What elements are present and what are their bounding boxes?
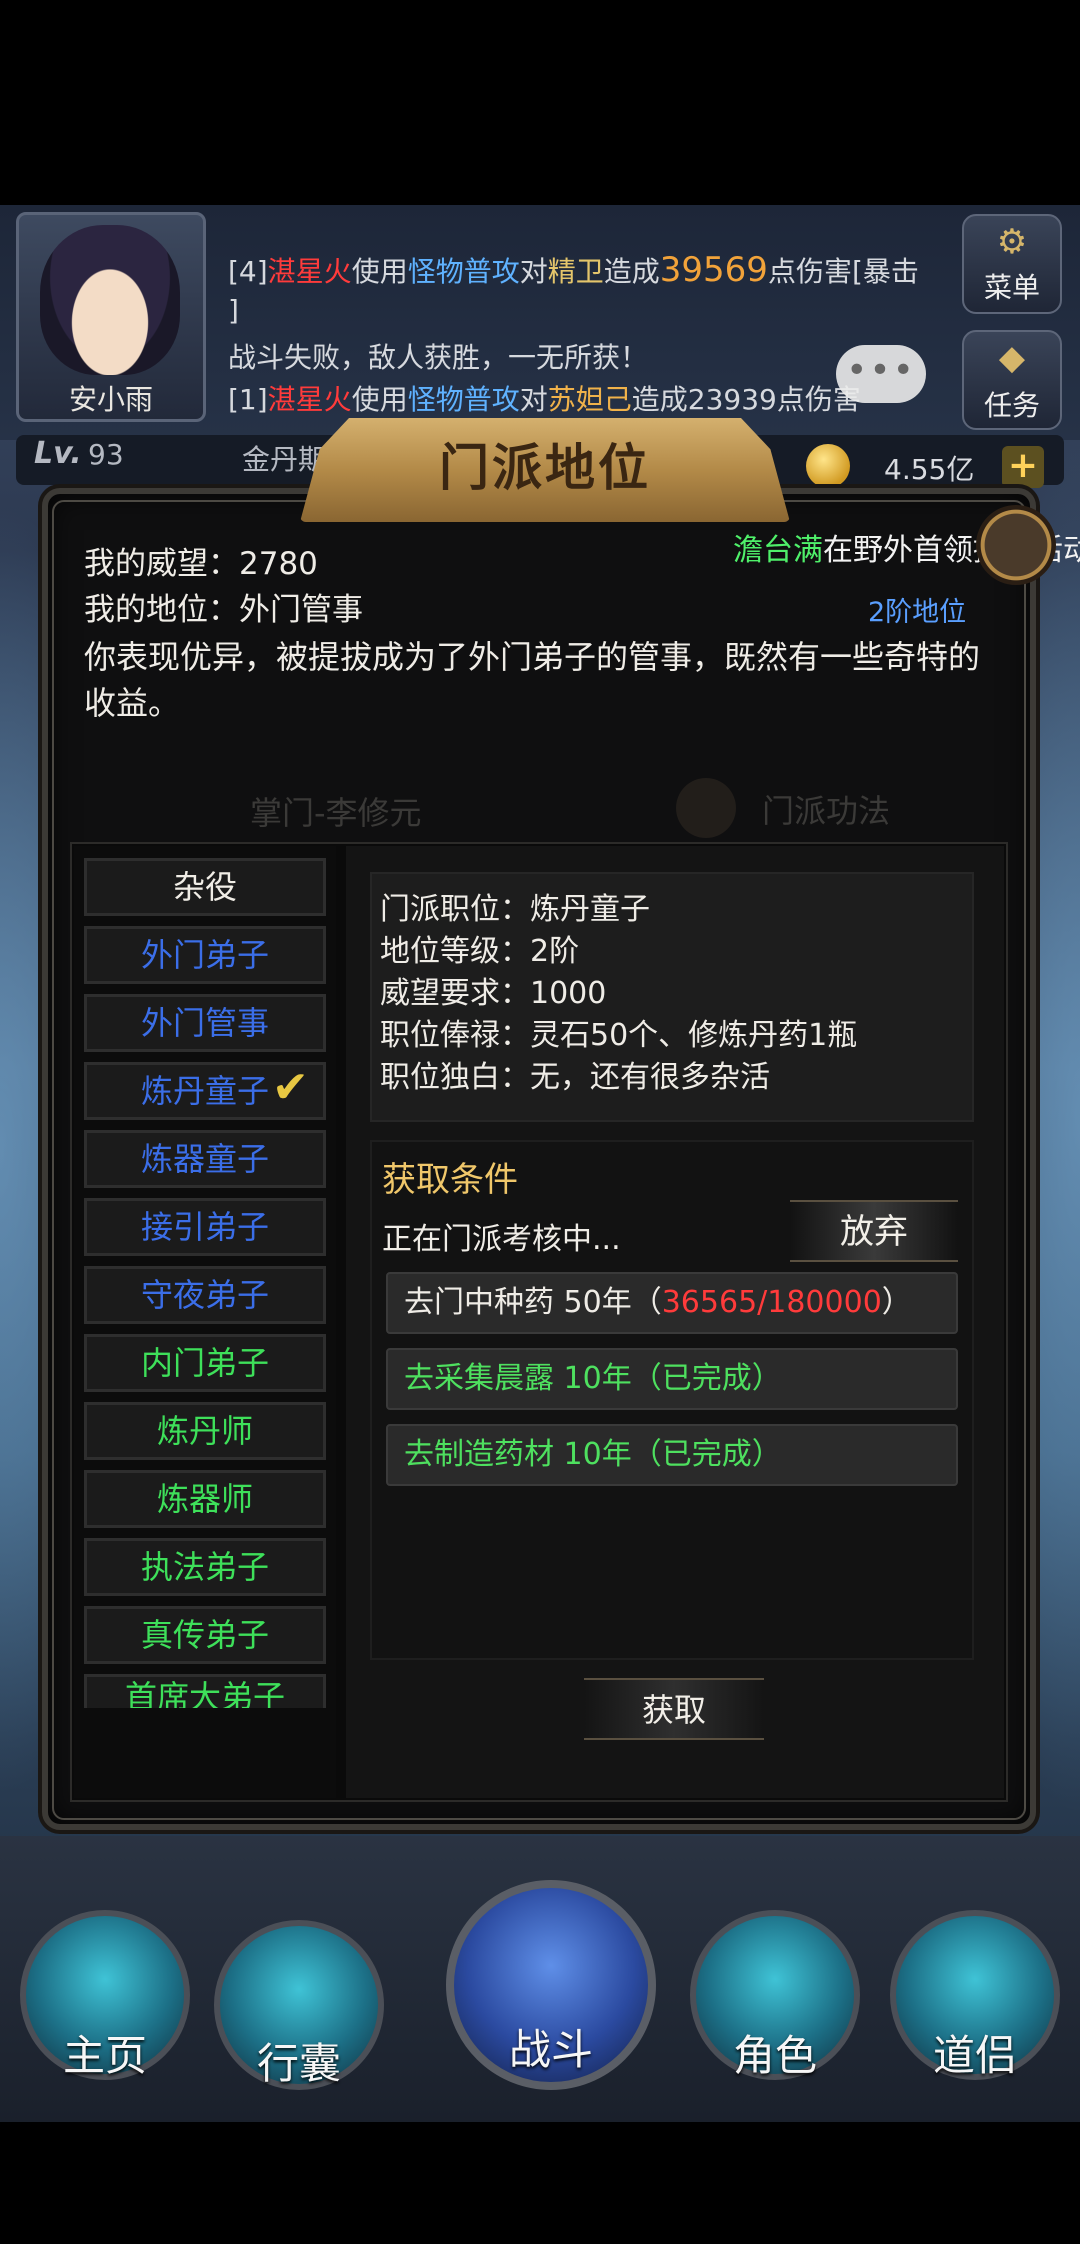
- diamond-icon: ◆: [998, 338, 1026, 378]
- coin-amount: 4.55亿: [884, 453, 975, 486]
- rank-item[interactable]: 炼丹师: [84, 1402, 326, 1460]
- task-button-label: 任务: [983, 389, 1040, 422]
- top-black-band: [0, 0, 1080, 205]
- my-position: 我的地位：外门管事: [84, 592, 363, 628]
- add-coins-button[interactable]: +: [1002, 446, 1044, 488]
- nav-role-label: 角色: [732, 2031, 817, 2080]
- chat-dots-icon: •••: [846, 350, 916, 391]
- position-description: 你表现优异，被提拔成为了外门弟子的管事，既然有一些奇特的收益。: [84, 638, 981, 722]
- rank-item[interactable]: 杂役: [84, 858, 326, 916]
- detail-monologue: 职位独白：无，还有很多杂活: [380, 1060, 770, 1095]
- menu-button-label: 菜单: [983, 271, 1040, 304]
- detail-post: 门派职位：炼丹童子: [380, 892, 650, 927]
- player-name: 安小雨: [68, 383, 153, 416]
- battle-log-line-1: [4]湛星火使用怪物普攻对精卫造成39569点伤害[暴击: [228, 250, 919, 290]
- detail-requirement: 威望要求：1000: [380, 976, 607, 1011]
- avatar-portrait: [40, 225, 180, 375]
- battle-log-line-2: 战斗失败，敌人获胜，一无所获！: [228, 341, 649, 374]
- rank-item[interactable]: 外门管事: [84, 994, 326, 1052]
- rank-item[interactable]: 真传弟子: [84, 1606, 326, 1664]
- rank-tag: 2阶地位: [868, 597, 967, 628]
- faded-skill-icon: [676, 778, 736, 838]
- coin-icon: [806, 444, 850, 488]
- nav-companion-label: 道侣: [932, 2031, 1017, 2080]
- checkmark-icon: ✔: [272, 1062, 309, 1113]
- detail-salary: 职位俸禄：灵石50个、修炼丹药1瓶: [380, 1018, 858, 1053]
- task-row: 去制造药材 10年（已完成）: [386, 1424, 958, 1486]
- task-row: 去采集晨露 10年（已完成）: [386, 1348, 958, 1410]
- nav-home-label: 主页: [62, 2031, 147, 2080]
- rank-item[interactable]: 执法弟子: [84, 1538, 326, 1596]
- level-value: 93: [88, 438, 124, 471]
- modal-title: 门派地位: [439, 439, 651, 497]
- rank-item[interactable]: 接引弟子: [84, 1198, 326, 1256]
- conditions-status: 正在门派考核中...: [382, 1222, 621, 1257]
- nav-bag-label: 行囊: [256, 2039, 341, 2088]
- task-row: 去门中种药 50年（36565/180000）: [386, 1272, 958, 1334]
- rank-item[interactable]: 外门弟子: [84, 926, 326, 984]
- faded-sect-skills: 门派功法: [762, 792, 891, 830]
- conditions-title: 获取条件: [382, 1160, 518, 1200]
- obtain-button[interactable]: 获取: [584, 1678, 764, 1740]
- bottom-black-band: [0, 2122, 1080, 2244]
- rank-item[interactable]: 炼器师: [84, 1470, 326, 1528]
- faded-sect-leader: 掌门-李修元: [250, 794, 422, 832]
- rank-item[interactable]: 首席大弟子: [84, 1674, 326, 1708]
- battle-log-line-3: [1]湛星火使用怪物普攻对苏妲己造成23939点伤害: [228, 383, 861, 416]
- my-prestige: 我的威望：2780: [84, 546, 318, 582]
- detail-grade: 地位等级：2阶: [380, 934, 580, 969]
- close-badge-icon[interactable]: [976, 505, 1056, 585]
- rank-item[interactable]: 内门弟子: [84, 1334, 326, 1392]
- rank-item[interactable]: 炼器童子: [84, 1130, 326, 1188]
- gear-icon: ⚙: [996, 222, 1028, 262]
- nav-battle-label: 战斗: [508, 2025, 593, 2074]
- level-label: Lv.: [34, 436, 82, 471]
- abandon-button[interactable]: 放弃: [790, 1200, 958, 1262]
- battle-log-line-1b: ]: [228, 294, 239, 327]
- rank-item[interactable]: 守夜弟子: [84, 1266, 326, 1324]
